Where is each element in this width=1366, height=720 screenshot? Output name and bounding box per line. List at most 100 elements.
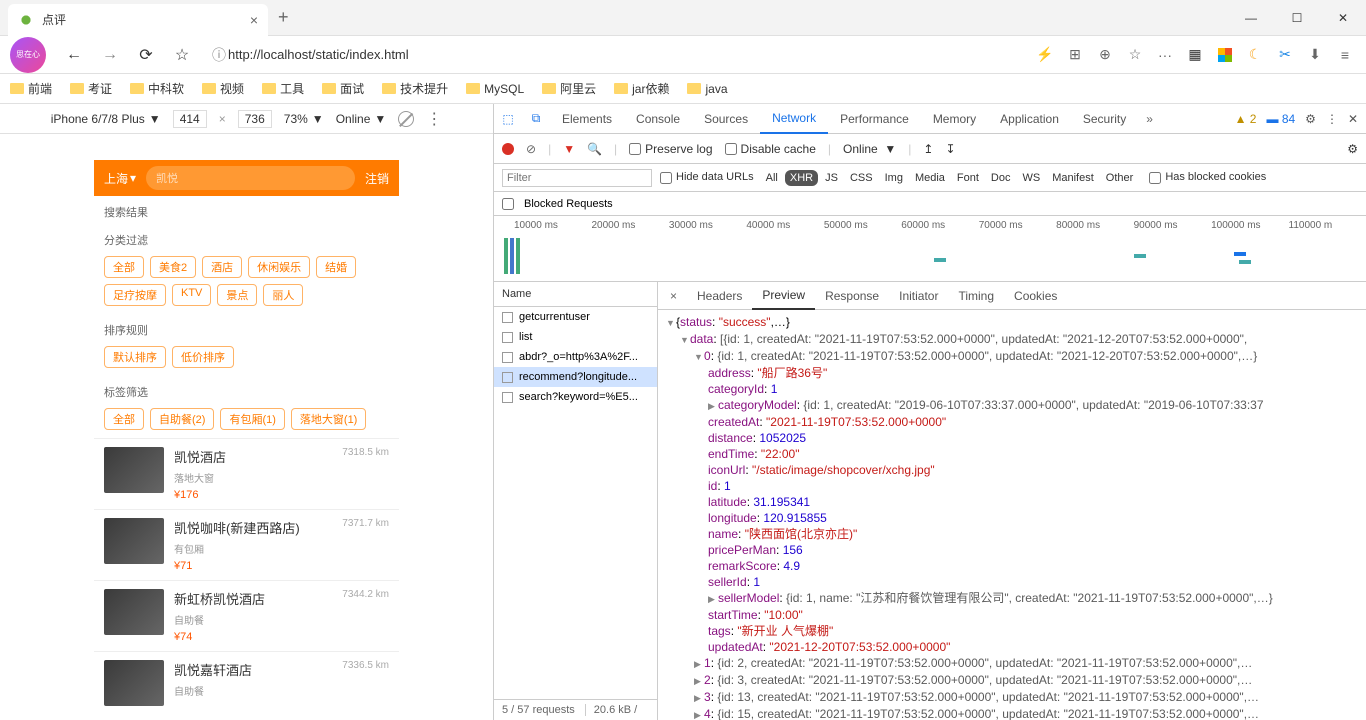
zoom-selector[interactable]: 73% ▼ [284,112,324,126]
bookmark-item[interactable]: 考证 [70,80,112,97]
filter-tag[interactable]: 默认排序 [104,346,166,368]
minimize-button[interactable]: — [1228,0,1274,36]
logout-link[interactable]: 注销 [365,170,389,187]
record-button[interactable] [502,143,514,155]
filter-type-tag[interactable]: Media [910,170,950,186]
close-devtools-icon[interactable]: ✕ [1348,112,1358,126]
filter-type-tag[interactable]: CSS [845,170,878,186]
filter-tag[interactable]: KTV [172,284,211,306]
menu-icon[interactable]: ≡ [1334,44,1356,66]
filter-type-tag[interactable]: Img [880,170,908,186]
disable-cache-checkbox[interactable]: Disable cache [725,142,816,156]
shop-item[interactable]: 凯悦嘉轩酒店自助餐7336.5 km [94,651,399,714]
bookmark-item[interactable]: 面试 [322,80,364,97]
filter-type-tag[interactable]: WS [1017,170,1045,186]
device-mode-icon[interactable]: ⧉ [522,111,550,126]
upload-icon[interactable]: ↥ [923,142,933,156]
filter-tag[interactable]: 全部 [104,408,144,430]
profile-avatar[interactable]: 思在心 [10,37,46,73]
filter-type-tag[interactable]: Manifest [1047,170,1099,186]
filter-tag[interactable]: 足疗按摩 [104,284,166,306]
new-tab-button[interactable]: + [278,7,289,28]
filter-tag[interactable]: 休闲娱乐 [248,256,310,278]
filter-tag[interactable]: 丽人 [263,284,303,306]
detail-tab[interactable]: Timing [948,282,1004,310]
ext2-icon[interactable] [1214,44,1236,66]
city-selector[interactable]: 上海 ▾ [104,170,136,187]
bookmark-item[interactable]: 技术提升 [382,80,448,97]
devtools-tab[interactable]: Application [988,104,1071,134]
devtools-tab[interactable]: Performance [828,104,921,134]
filter-type-tag[interactable]: Other [1101,170,1139,186]
bookmark-item[interactable]: 工具 [262,80,304,97]
device-menu-icon[interactable]: ⋮ [426,109,442,129]
filter-tag[interactable]: 美食2 [150,256,196,278]
devtools-tab[interactable]: Memory [921,104,988,134]
width-input[interactable]: 414 [173,110,207,128]
bookmark-item[interactable]: MySQL [466,82,524,96]
address-bar[interactable]: ⓘ http://localhost/static/index.html [212,45,1022,65]
height-input[interactable]: 736 [238,110,272,128]
clear-icon[interactable]: ⊘ [526,142,536,156]
filter-tag[interactable]: 有包厢(1) [220,408,284,430]
zoom-icon[interactable]: ⊕ [1094,44,1116,66]
close-detail-icon[interactable]: × [664,289,683,303]
detail-tab[interactable]: Preview [752,282,815,310]
forward-button[interactable]: → [96,41,124,69]
bookmark-item[interactable]: 前端 [10,80,52,97]
shop-item[interactable]: 凯悦咖啡(新建西路店)有包厢¥717371.7 km [94,509,399,580]
bookmark-item[interactable]: java [687,82,727,96]
filter-tag[interactable]: 结婚 [316,256,356,278]
request-checkbox[interactable] [502,312,513,323]
flash-icon[interactable]: ⚡ [1034,44,1056,66]
filter-type-tag[interactable]: Doc [986,170,1016,186]
ext1-icon[interactable]: ▦ [1184,44,1206,66]
scissors-icon[interactable]: ✂ [1274,44,1296,66]
filter-tag[interactable]: 景点 [217,284,257,306]
qr-icon[interactable]: ⊞ [1064,44,1086,66]
has-blocked-cookies-checkbox[interactable]: Has blocked cookies [1149,171,1266,183]
filter-tag[interactable]: 自助餐(2) [150,408,214,430]
filter-tag[interactable]: 酒店 [202,256,242,278]
filter-type-tag[interactable]: XHR [785,170,818,186]
back-button[interactable]: ← [60,41,88,69]
devtools-tab[interactable]: Security [1071,104,1138,134]
json-preview[interactable]: {status: "success",…}data: [{id: 1, crea… [658,310,1366,720]
gear-icon[interactable]: ⚙ [1305,112,1316,126]
request-row[interactable]: list [494,327,657,347]
detail-tab[interactable]: Headers [687,282,752,310]
request-checkbox[interactable] [502,372,513,383]
close-tab-icon[interactable]: × [250,12,258,28]
request-row[interactable]: search?keyword=%E5... [494,387,657,407]
warning-badge[interactable]: ▲ 2 [1235,112,1257,126]
messages-badge[interactable]: ▬ 84 [1266,112,1295,126]
more-tabs-icon[interactable]: » [1138,112,1161,126]
timeline[interactable]: 10000 ms20000 ms30000 ms40000 ms50000 ms… [494,216,1366,282]
request-row[interactable]: recommend?longitude... [494,367,657,387]
request-row[interactable]: abdr?_o=http%3A%2F... [494,347,657,367]
moon-icon[interactable]: ☾ [1244,44,1266,66]
more-icon[interactable]: ··· [1154,44,1176,66]
maximize-button[interactable]: ☐ [1274,0,1320,36]
shop-item[interactable]: 新虹桥凯悦酒店自助餐¥747344.2 km [94,580,399,651]
devtools-menu-icon[interactable]: ⋮ [1326,112,1338,126]
download-icon[interactable]: ⬇ [1304,44,1326,66]
request-checkbox[interactable] [502,332,513,343]
filter-tag[interactable]: 落地大窗(1) [291,408,366,430]
close-window-button[interactable]: ✕ [1320,0,1366,36]
bookmark-item[interactable]: 中科软 [130,80,184,97]
search-icon[interactable]: 🔍 [587,142,602,156]
device-selector[interactable]: iPhone 6/7/8 Plus ▼ [51,112,161,126]
filter-tag[interactable]: 低价排序 [172,346,234,368]
toolbar-gear-icon[interactable]: ⚙ [1347,142,1358,156]
filter-type-tag[interactable]: JS [820,170,843,186]
reload-button[interactable]: ⟳ [132,41,160,69]
devtools-tab[interactable]: Sources [692,104,760,134]
filter-type-tag[interactable]: All [761,170,783,186]
shop-item[interactable]: 凯悦酒店落地大窗¥1767318.5 km [94,438,399,509]
search-input[interactable]: 凯悦 [146,166,355,190]
detail-tab[interactable]: Initiator [889,282,948,310]
filter-input[interactable] [502,169,652,187]
detail-tab[interactable]: Cookies [1004,282,1067,310]
bookmark-item[interactable]: 阿里云 [542,80,596,97]
